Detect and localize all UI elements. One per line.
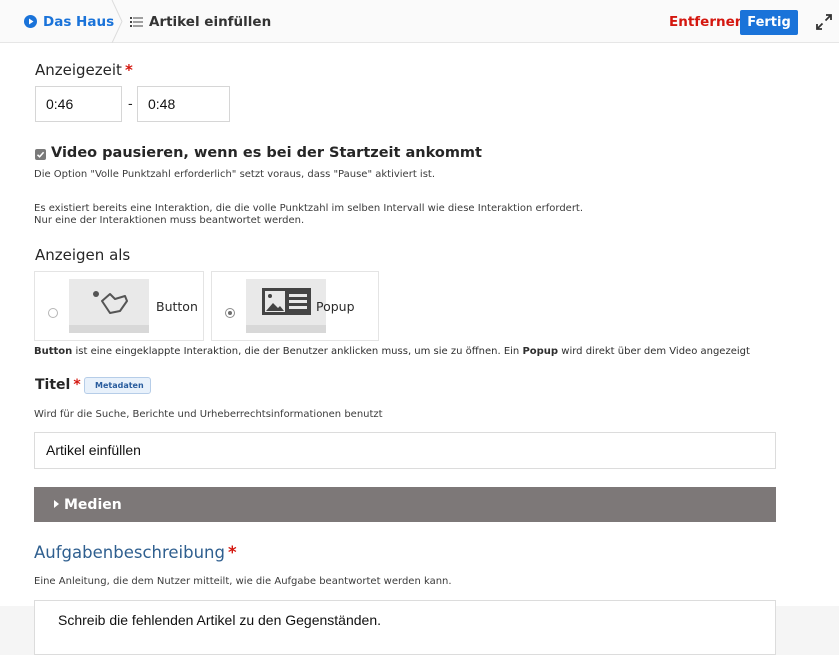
- desc-popup-term: Popup: [522, 346, 559, 357]
- display-as-label: Anzeigen als: [35, 246, 131, 264]
- breadcrumb-current: Artikel einfüllen: [130, 0, 271, 43]
- start-time-input[interactable]: 0:46: [35, 86, 122, 122]
- display-time-label: Anzeigezeit: [35, 61, 122, 79]
- required-mark: *: [228, 543, 237, 562]
- media-section-toggle[interactable]: Medien: [34, 487, 776, 522]
- button-option-label: Button: [156, 299, 198, 314]
- task-description-label: Aufgabenbeschreibung: [34, 543, 225, 562]
- breadcrumb-home[interactable]: Das Haus: [0, 0, 120, 43]
- display-as-description: Button ist eine eingeklappte Interaktion…: [34, 346, 750, 357]
- popup-radio[interactable]: [225, 308, 235, 318]
- popup-preview: [246, 279, 326, 333]
- desc-button-term: Button: [34, 346, 73, 357]
- desc-middle-text: ist eine eingeklappte Interaktion, die d…: [72, 346, 523, 357]
- media-label: Medien: [64, 496, 122, 513]
- task-description-help: Eine Anleitung, die dem Nutzer mitteilt,…: [34, 576, 452, 587]
- title-input[interactable]: Artikel einfüllen: [34, 432, 776, 469]
- editor-toolbar: Das Haus Artikel einfüllen Entfernen Fer…: [0, 0, 839, 43]
- play-circle-icon: [24, 15, 37, 28]
- interaction-info-line2: Nur eine der Interaktionen muss beantwor…: [34, 215, 305, 226]
- task-description-input[interactable]: Schreib die fehlenden Artikel zu den Geg…: [34, 600, 776, 655]
- list-icon: [130, 16, 143, 27]
- title-label: Titel: [35, 377, 71, 393]
- title-heading: Titel *: [35, 377, 81, 393]
- remove-button[interactable]: Entfernen: [669, 11, 744, 33]
- display-time-heading: Anzeigezeit *: [35, 61, 133, 79]
- title-help: Wird für die Suche, Berichte und Urheber…: [34, 409, 383, 420]
- preview-video-bar: [246, 325, 326, 333]
- popup-option-label: Popup: [316, 299, 355, 314]
- breadcrumb-separator: [111, 0, 123, 43]
- done-button[interactable]: Fertig: [740, 10, 798, 35]
- desc-end-text: wird direkt über dem Video angezeigt: [558, 346, 750, 357]
- time-separator: -: [128, 95, 133, 111]
- required-mark: *: [124, 61, 133, 79]
- tap-icon: [93, 291, 128, 314]
- breadcrumb-home-label: Das Haus: [43, 13, 115, 30]
- expand-icon[interactable]: [815, 13, 833, 31]
- pause-note: Die Option "Volle Punktzahl erforderlich…: [34, 169, 436, 180]
- pause-checkbox[interactable]: [35, 149, 46, 160]
- pause-checkbox-label[interactable]: Video pausieren, wenn es bei der Startze…: [51, 145, 482, 161]
- end-time-input[interactable]: 0:48: [137, 86, 230, 122]
- popup-image-icon: [262, 288, 311, 315]
- preview-video-bar: [69, 325, 149, 333]
- button-preview: [69, 279, 149, 333]
- task-description-heading: Aufgabenbeschreibung *: [34, 543, 237, 562]
- caret-right-icon: [54, 500, 59, 508]
- button-radio[interactable]: [48, 308, 58, 318]
- required-mark: *: [73, 377, 81, 393]
- metadata-button[interactable]: Metadaten: [84, 377, 151, 394]
- breadcrumb-current-label: Artikel einfüllen: [149, 13, 272, 30]
